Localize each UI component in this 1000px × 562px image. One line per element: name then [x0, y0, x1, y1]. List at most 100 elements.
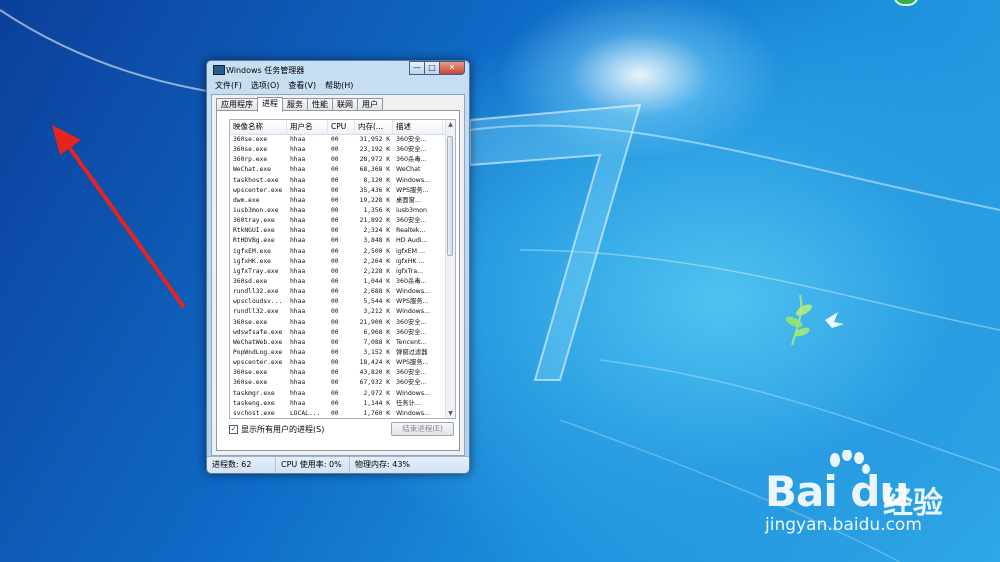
- process-row[interactable]: wpscloudsv... hhaa 00 5,544 K WPS服务...: [230, 297, 455, 307]
- process-row[interactable]: 360se.exe hhaa 00 31,952 K 360安全...: [230, 135, 455, 145]
- cell-cpu: 00: [331, 338, 339, 346]
- process-row[interactable]: rundll32.exe hhaa 00 2,688 K Windows...: [230, 287, 455, 297]
- process-row[interactable]: wdswfsafe.exe hhaa 00 6,968 K 360安全...: [230, 328, 455, 338]
- cell-memory: 2,264 K: [363, 257, 390, 265]
- process-row[interactable]: igfxHK.exe hhaa 00 2,264 K igfxHK ...: [230, 257, 455, 267]
- scrollbar-thumb[interactable]: [447, 136, 453, 256]
- close-button[interactable]: ✕: [439, 61, 465, 75]
- status-cpu-usage: CPU 使用率: 0%: [276, 457, 350, 473]
- process-row[interactable]: 360se.exe hhaa 00 23,192 K 360安全...: [230, 145, 455, 155]
- cell-image-name: taskeng.exe: [233, 399, 275, 407]
- baidu-jingyan-watermark: Bai du 经验 jingyan.baidu.com: [765, 450, 985, 545]
- process-row[interactable]: svchost.exe LOCAL... 00 1,760 K Windows...: [230, 409, 455, 418]
- cell-memory: 3,848 K: [363, 237, 390, 245]
- cell-user-name: hhaa: [290, 389, 306, 397]
- process-row[interactable]: PopWndLog.exe hhaa 00 3,152 K 弹窗过滤器: [230, 348, 455, 358]
- menu-help[interactable]: 帮助(H): [325, 79, 353, 92]
- show-all-checkbox[interactable]: ✓: [229, 425, 238, 434]
- process-row[interactable]: dwm.exe hhaa 00 19,228 K 桌面窗...: [230, 196, 455, 206]
- process-row[interactable]: taskmgr.exe hhaa 00 2,972 K Windows...: [230, 389, 455, 399]
- process-row[interactable]: 360rp.exe hhaa 00 28,972 K 360杀毒...: [230, 155, 455, 165]
- cell-memory: 43,820 K: [359, 369, 390, 377]
- cell-cpu: 00: [331, 359, 339, 367]
- cell-image-name: dwm.exe: [233, 196, 260, 204]
- tab-processes[interactable]: 进程: [257, 97, 283, 112]
- process-row[interactable]: iusb3mon.exe hhaa 00 1,356 K iusb3mon: [230, 206, 455, 216]
- cell-description: 360杀毒...: [396, 277, 427, 285]
- show-all-label: 显示所有用户的进程(S): [241, 425, 325, 434]
- process-row[interactable]: 360se.exe hhaa 00 67,932 K 360安全...: [230, 378, 455, 388]
- process-row[interactable]: 360tray.exe hhaa 00 21,892 K 360安全...: [230, 216, 455, 226]
- scroll-down-icon[interactable]: ▼: [446, 409, 455, 418]
- cell-memory: 18,424 K: [359, 359, 390, 367]
- process-row[interactable]: RtHDVBg.exe hhaa 00 3,848 K HD Audi...: [230, 236, 455, 246]
- cell-user-name: hhaa: [290, 186, 306, 194]
- cell-image-name: 360se.exe: [233, 379, 268, 387]
- cell-memory: 1,356 K: [363, 206, 390, 214]
- menu-options[interactable]: 选项(O): [251, 79, 280, 92]
- process-row[interactable]: igfxEM.exe hhaa 00 2,500 K igfxEM ...: [230, 247, 455, 257]
- cell-description: 360安全...: [396, 136, 427, 143]
- cell-image-name: taskmgr.exe: [233, 389, 275, 397]
- cell-image-name: 360se.exe: [233, 146, 268, 154]
- cell-cpu: 00: [331, 328, 339, 336]
- cell-cpu: 00: [331, 166, 339, 174]
- menu-file[interactable]: 文件(F): [215, 79, 242, 92]
- process-row[interactable]: RtkNGUI.exe hhaa 00 2,324 K Realtek...: [230, 226, 455, 236]
- vertical-scrollbar[interactable]: ▲ ▼: [445, 120, 455, 418]
- cell-memory: 5,544 K: [363, 298, 390, 306]
- cell-image-name: 360se.exe: [233, 369, 268, 377]
- cell-memory: 23,192 K: [359, 146, 390, 154]
- column-description[interactable]: 描述: [393, 120, 443, 134]
- end-process-button[interactable]: 结束进程(E): [391, 422, 454, 436]
- cell-cpu: 00: [331, 156, 339, 164]
- cell-memory: 6,968 K: [363, 328, 390, 336]
- cell-description: WPS服务...: [396, 359, 429, 367]
- cell-user-name: hhaa: [290, 136, 306, 143]
- process-row[interactable]: WeChat.exe hhaa 00 68,368 K WeChat: [230, 165, 455, 175]
- menu-view[interactable]: 查看(V): [288, 79, 316, 92]
- cell-user-name: hhaa: [290, 359, 306, 367]
- cell-description: 任务计...: [396, 399, 421, 407]
- cell-user-name: hhaa: [290, 227, 306, 235]
- cell-user-name: hhaa: [290, 308, 306, 316]
- process-row[interactable]: 360se.exe hhaa 00 21,900 K 360安全...: [230, 318, 455, 328]
- process-list-header: 映像名称 用户名 CPU 内存(... 描述: [230, 120, 455, 135]
- show-all-processes-option[interactable]: ✓ 显示所有用户的进程(S): [229, 424, 324, 435]
- cell-description: 360安全...: [396, 146, 427, 154]
- column-cpu[interactable]: CPU: [328, 120, 355, 134]
- process-row[interactable]: 360sd.exe hhaa 00 1,044 K 360杀毒...: [230, 277, 455, 287]
- cell-description: WPS服务...: [396, 186, 429, 194]
- cell-description: 弹窗过滤器: [396, 348, 428, 356]
- column-image-name[interactable]: 映像名称: [230, 120, 287, 134]
- process-row[interactable]: 360se.exe hhaa 00 43,820 K 360安全...: [230, 368, 455, 378]
- process-row[interactable]: rundll32.exe hhaa 00 3,212 K Windows...: [230, 307, 455, 317]
- cell-description: Windows...: [396, 288, 431, 296]
- process-row[interactable]: WeChatWeb.exe hhaa 00 7,088 K Tencent...: [230, 338, 455, 348]
- cell-description: Windows...: [396, 308, 431, 316]
- process-row[interactable]: taskhost.exe hhaa 00 8,120 K Windows...: [230, 176, 455, 186]
- process-row[interactable]: igfxTray.exe hhaa 00 2,228 K igfxTra...: [230, 267, 455, 277]
- cell-user-name: hhaa: [290, 277, 306, 285]
- column-memory[interactable]: 内存(...: [355, 120, 393, 134]
- process-list[interactable]: 映像名称 用户名 CPU 内存(... 描述 360se.exe hhaa 00 31…: [229, 119, 456, 419]
- process-rows: 360se.exe hhaa 00 31,952 K 360安全... 360se.exe…: [230, 135, 455, 418]
- cell-cpu: 00: [331, 409, 339, 417]
- column-user-name[interactable]: 用户名: [287, 120, 328, 134]
- minimize-button[interactable]: —: [409, 61, 425, 75]
- scroll-up-icon[interactable]: ▲: [446, 120, 455, 129]
- title-bar[interactable]: Windows 任务管理器 — □ ✕: [207, 61, 469, 79]
- cell-image-name: rundll32.exe: [233, 288, 279, 296]
- process-row[interactable]: taskeng.exe hhaa 00 1,144 K 任务计...: [230, 399, 455, 409]
- cell-user-name: hhaa: [290, 166, 306, 174]
- cell-cpu: 00: [331, 369, 339, 377]
- process-row[interactable]: wpscenter.exe hhaa 00 35,436 K WPS服务...: [230, 186, 455, 196]
- cell-image-name: WeChatWeb.exe: [233, 338, 283, 346]
- process-row[interactable]: wpscenter.exe hhaa 00 18,424 K WPS服务...: [230, 358, 455, 368]
- cell-cpu: 00: [331, 227, 339, 235]
- cell-cpu: 00: [331, 298, 339, 306]
- cell-memory: 21,892 K: [359, 217, 390, 225]
- cell-image-name: wpscenter.exe: [233, 359, 283, 367]
- cell-description: 360安全...: [396, 318, 427, 326]
- maximize-button[interactable]: □: [424, 61, 440, 75]
